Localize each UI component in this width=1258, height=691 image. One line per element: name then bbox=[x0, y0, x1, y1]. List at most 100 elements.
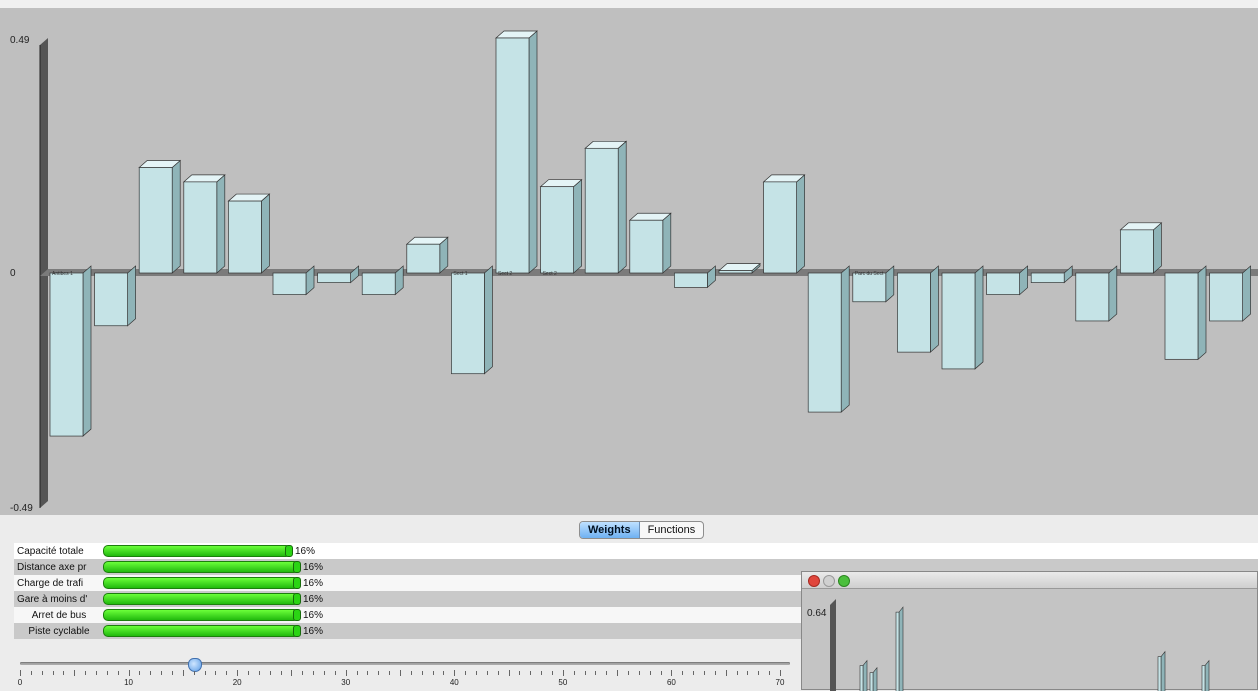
weight-handle[interactable] bbox=[293, 625, 301, 637]
bar-chart-svg: 0.49 0 -0.49 Antibes 1 Sect 1 Sect 2 Sect 2 Par… bbox=[10, 30, 1258, 514]
slider-tick bbox=[638, 671, 640, 675]
bar bbox=[317, 265, 359, 284]
slider-tick bbox=[443, 671, 445, 675]
mini-chart-window[interactable]: 0.64 bbox=[801, 571, 1258, 691]
bar bbox=[539, 178, 583, 274]
slider-tick bbox=[736, 671, 738, 675]
weight-slider[interactable]: 0 10 20 30 40 50 60 70 bbox=[14, 644, 800, 690]
weight-label: Distance axe pr bbox=[17, 561, 87, 573]
slider-tick bbox=[41, 671, 43, 675]
slider-thumb[interactable] bbox=[187, 658, 202, 672]
weight-bar[interactable] bbox=[103, 625, 299, 637]
minimize-icon[interactable] bbox=[823, 575, 835, 587]
bar bbox=[584, 140, 628, 274]
slider-tick bbox=[747, 671, 749, 675]
slider-tick bbox=[573, 671, 575, 675]
category-label: Parc du Sect bbox=[855, 271, 884, 277]
slider-tick-label: 70 bbox=[775, 678, 785, 687]
weight-handle[interactable] bbox=[293, 561, 301, 573]
slider-tick bbox=[334, 671, 336, 675]
slider-tick bbox=[476, 671, 477, 675]
mini-bar-chart: 0.64 bbox=[807, 599, 1210, 691]
bar bbox=[807, 265, 850, 413]
slider-tick bbox=[389, 671, 391, 675]
slider-tick bbox=[52, 671, 54, 675]
weight-handle[interactable] bbox=[293, 609, 301, 621]
bar bbox=[1164, 265, 1207, 361]
slider-tick bbox=[345, 670, 347, 676]
bar bbox=[1209, 265, 1251, 322]
bar bbox=[762, 174, 806, 274]
close-icon[interactable] bbox=[808, 575, 820, 587]
weight-label: Arret de bus bbox=[31, 609, 87, 621]
slider-tick bbox=[63, 671, 65, 675]
bar bbox=[138, 159, 182, 274]
slider-tick bbox=[367, 671, 369, 675]
slider-tick bbox=[237, 670, 239, 676]
slider-tick bbox=[780, 670, 781, 676]
slider-tick-label: 20 bbox=[232, 678, 242, 687]
zoom-icon[interactable] bbox=[838, 575, 850, 587]
slider-tick bbox=[562, 670, 564, 676]
weight-bar[interactable] bbox=[103, 545, 291, 557]
slider-tick bbox=[226, 671, 228, 675]
slider-tick bbox=[302, 671, 304, 675]
slider-tick-label: 40 bbox=[449, 678, 459, 687]
slider-track[interactable] bbox=[20, 662, 790, 665]
slider-tick bbox=[465, 671, 467, 675]
slider-tick bbox=[139, 671, 141, 675]
slider-tick bbox=[378, 671, 380, 675]
slider-tick bbox=[714, 671, 716, 675]
y-tick-label: 0.49 bbox=[10, 35, 30, 46]
slider-tick-label: 60 bbox=[666, 678, 676, 687]
slider-tick bbox=[410, 671, 412, 675]
slider-tick bbox=[106, 671, 108, 675]
slider-tick bbox=[313, 671, 315, 675]
slider-tick bbox=[519, 671, 521, 675]
slider-tick bbox=[671, 670, 673, 676]
slider-tick bbox=[182, 670, 184, 676]
slider-tick bbox=[769, 671, 771, 675]
slider-tick bbox=[74, 670, 76, 676]
slider-tick bbox=[454, 670, 456, 676]
slider-tick bbox=[508, 670, 510, 676]
slider-tick bbox=[280, 671, 282, 675]
slider-tick bbox=[150, 671, 152, 675]
slider-tick bbox=[30, 671, 32, 675]
slider-tick bbox=[486, 671, 488, 675]
weight-handle[interactable] bbox=[293, 593, 301, 605]
weight-value: 16% bbox=[303, 577, 324, 589]
bar bbox=[941, 265, 984, 370]
bar bbox=[405, 236, 449, 274]
slider-tick bbox=[172, 671, 173, 675]
bar bbox=[451, 265, 493, 375]
mini-bar bbox=[859, 659, 868, 691]
slider-tick bbox=[617, 670, 619, 676]
mini-window-titlebar[interactable] bbox=[802, 572, 1257, 589]
weight-bar[interactable] bbox=[103, 593, 299, 605]
weight-bar[interactable] bbox=[103, 561, 299, 573]
bar bbox=[1030, 265, 1073, 284]
weight-bar[interactable] bbox=[103, 609, 299, 621]
y-tick-label: 0 bbox=[10, 268, 16, 279]
weight-handle[interactable] bbox=[293, 577, 301, 589]
category-label: Antibes 1 bbox=[52, 271, 73, 277]
slider-tick bbox=[552, 671, 553, 675]
slider-tick bbox=[324, 671, 325, 675]
slider-tick bbox=[660, 671, 662, 675]
weight-bar[interactable] bbox=[103, 577, 299, 589]
bar bbox=[94, 265, 136, 327]
slider-tick bbox=[628, 671, 629, 675]
slider-tick bbox=[85, 671, 87, 675]
tab-functions[interactable]: Functions bbox=[640, 522, 704, 538]
bar bbox=[1075, 265, 1118, 322]
slider-tick bbox=[693, 671, 695, 675]
tab-weights[interactable]: Weights bbox=[580, 522, 640, 538]
bar bbox=[897, 265, 939, 353]
slider-tick bbox=[595, 671, 597, 675]
weight-label: Piste cyclable bbox=[28, 625, 90, 637]
slider-tick-label: 10 bbox=[124, 678, 134, 687]
slider-tick bbox=[682, 671, 684, 675]
weight-value: 16% bbox=[303, 561, 324, 573]
weight-handle[interactable] bbox=[285, 545, 293, 557]
